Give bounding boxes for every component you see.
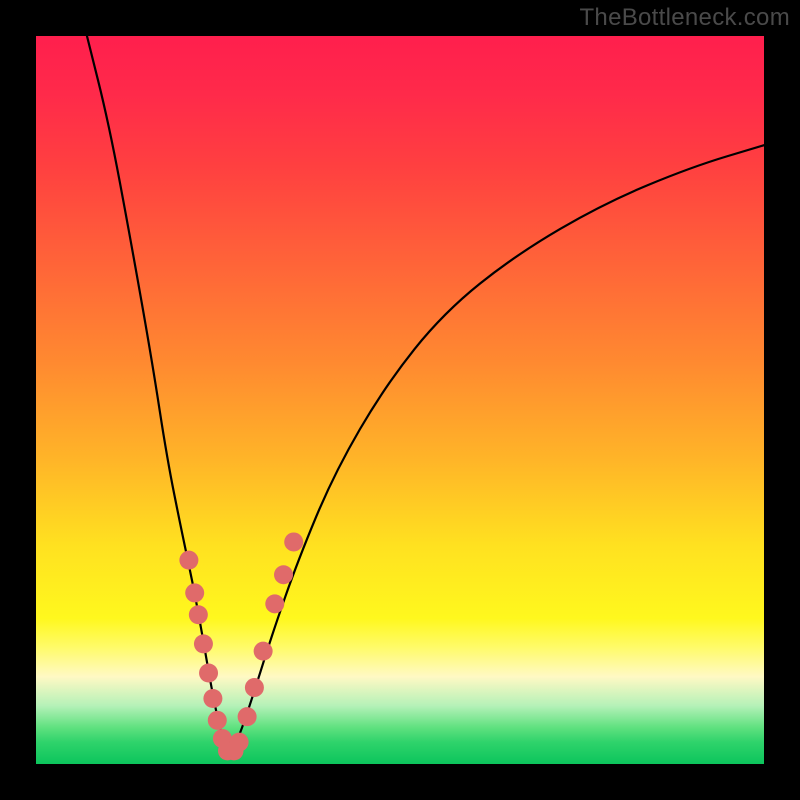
chart-svg — [36, 36, 764, 764]
scatter-dot — [230, 733, 249, 752]
scatter-dot — [245, 678, 264, 697]
scatter-dot — [208, 711, 227, 730]
watermark-text: TheBottleneck.com — [579, 4, 790, 32]
scatter-markers — [179, 532, 303, 760]
scatter-dot — [189, 605, 208, 624]
scatter-dot — [254, 642, 273, 661]
scatter-dot — [238, 707, 257, 726]
scatter-dot — [274, 565, 293, 584]
scatter-dot — [203, 689, 222, 708]
scatter-dot — [284, 532, 303, 551]
scatter-dot — [265, 594, 284, 613]
chart-frame: TheBottleneck.com — [0, 0, 800, 800]
plot-area — [36, 36, 764, 764]
scatter-dot — [185, 583, 204, 602]
scatter-dot — [199, 664, 218, 683]
curve-right-branch — [229, 145, 764, 757]
scatter-dot — [179, 551, 198, 570]
scatter-dot — [194, 634, 213, 653]
